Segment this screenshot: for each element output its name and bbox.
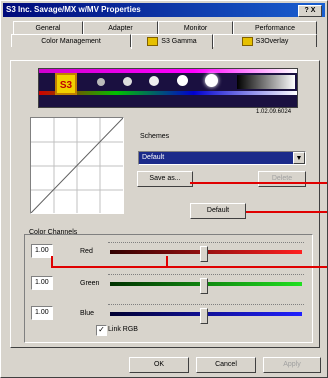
link-rgb-checkbox[interactable]: ✓ bbox=[96, 325, 107, 336]
cancel-button[interactable]: Cancel bbox=[196, 357, 256, 373]
gamma-curve-svg bbox=[31, 118, 123, 213]
tab-s3-overlay[interactable]: S3Overlay bbox=[213, 34, 317, 47]
red-gamma-field[interactable]: 1.00 bbox=[31, 244, 53, 258]
properties-window: S3 Inc. Savage/MX w/MV Properties ? X Ge… bbox=[0, 0, 328, 378]
tab-performance[interactable]: Performance bbox=[233, 21, 317, 34]
schemes-selected: Default bbox=[142, 154, 165, 161]
grayscale-ramp bbox=[237, 75, 295, 89]
bulb-icon bbox=[123, 77, 132, 86]
gamma-curve-graph bbox=[30, 117, 124, 214]
red-slider[interactable] bbox=[108, 242, 304, 262]
schemes-dropdown[interactable]: Default ▼ bbox=[138, 151, 306, 165]
bulb-icon bbox=[97, 78, 105, 86]
banner-stripe-top bbox=[39, 69, 297, 73]
gamma-banner: S3 bbox=[38, 68, 298, 108]
tab-s3-gamma-label: S3 Gamma bbox=[161, 38, 197, 45]
green-slider-thumb[interactable] bbox=[200, 278, 208, 294]
callout-line-default bbox=[246, 211, 327, 213]
tab-general[interactable]: General bbox=[13, 21, 83, 34]
driver-version: 1.02.09.6024 bbox=[256, 109, 292, 115]
s3-overlay-tab-icon bbox=[241, 36, 253, 46]
s3-gamma-tab-icon bbox=[147, 36, 159, 46]
callout-line-red-thumb-drop bbox=[166, 256, 168, 268]
callout-line-save-as bbox=[190, 182, 327, 184]
tab-monitor[interactable]: Monitor bbox=[158, 21, 233, 34]
callout-line-red-field-drop bbox=[51, 256, 53, 268]
red-label: Red bbox=[80, 248, 93, 255]
red-slider-thumb[interactable] bbox=[200, 246, 208, 262]
tab-s3-overlay-label: S3Overlay bbox=[255, 38, 289, 45]
bulb-icon bbox=[205, 74, 218, 87]
blue-gamma-field[interactable]: 1.00 bbox=[31, 306, 53, 320]
title-buttons[interactable]: ? X bbox=[298, 5, 322, 17]
callout-line-red-field bbox=[51, 266, 327, 268]
tab-color-management[interactable]: Color Management bbox=[11, 34, 131, 47]
blue-label: Blue bbox=[80, 310, 95, 317]
window-title: S3 Inc. Savage/MX w/MV Properties bbox=[6, 5, 141, 14]
green-gamma-field[interactable]: 1.00 bbox=[31, 276, 53, 290]
save-as-button[interactable]: Save as... bbox=[137, 171, 193, 187]
ok-button[interactable]: OK bbox=[129, 357, 189, 373]
default-button[interactable]: Default bbox=[190, 203, 246, 219]
title-bar: S3 Inc. Savage/MX w/MV Properties ? X bbox=[3, 3, 325, 17]
link-rgb-label: Link RGB bbox=[108, 326, 138, 333]
blue-slider[interactable] bbox=[108, 304, 304, 324]
tab-s3-gamma[interactable]: S3 Gamma bbox=[131, 34, 213, 49]
delete-button[interactable]: Delete bbox=[258, 171, 306, 187]
bulb-icon bbox=[149, 76, 159, 86]
green-label: Green bbox=[80, 280, 100, 287]
banner-stripe-rgb bbox=[39, 91, 297, 95]
apply-button[interactable]: Apply bbox=[263, 357, 321, 373]
schemes-label: Schemes bbox=[140, 133, 170, 140]
s3-logo: S3 bbox=[55, 73, 77, 95]
blue-slider-thumb[interactable] bbox=[200, 308, 208, 324]
tab-adapter[interactable]: Adapter bbox=[83, 21, 158, 34]
green-slider[interactable] bbox=[108, 274, 304, 294]
bulb-icon bbox=[177, 75, 188, 86]
chevron-down-icon[interactable]: ▼ bbox=[293, 152, 305, 164]
